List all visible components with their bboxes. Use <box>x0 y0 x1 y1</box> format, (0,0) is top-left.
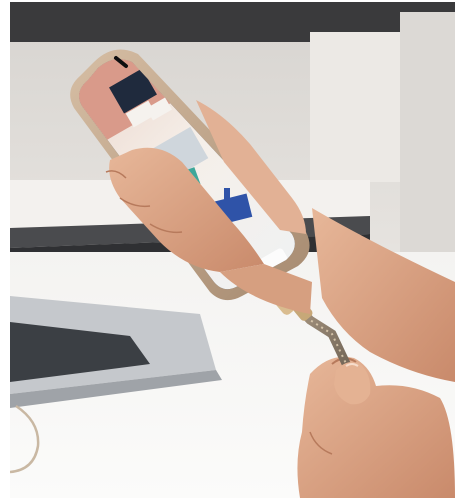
photo-frame <box>10 2 455 498</box>
product-photo <box>10 2 455 498</box>
